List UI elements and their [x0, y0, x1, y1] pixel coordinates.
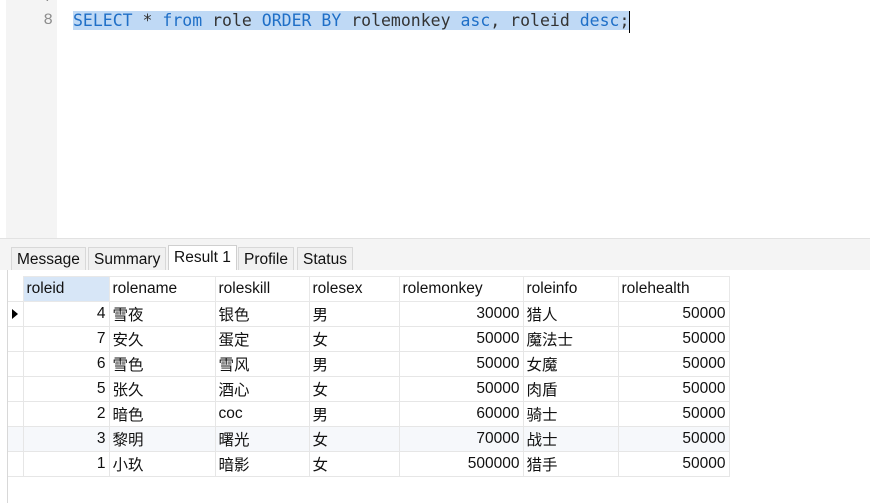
cell-rolename[interactable]: 安久: [108, 326, 216, 352]
current-row-arrow-icon: [12, 309, 18, 319]
row-indicator[interactable]: [8, 326, 24, 352]
cell-rolehealth[interactable]: 50000: [617, 326, 730, 352]
cell-rolesex[interactable]: 男: [308, 301, 400, 327]
tab-message[interactable]: Message: [11, 247, 86, 270]
table-row[interactable]: 4 雪夜 银色男 30000 猎人 50000: [8, 301, 730, 327]
code-token: , roleid: [490, 11, 580, 30]
code-token: *: [132, 11, 163, 30]
result-grid[interactable]: roleid rolename roleskill rolesex rolemo…: [0, 270, 870, 503]
cell-roleid[interactable]: 7: [22, 326, 110, 352]
table-row[interactable]: 3 黎明 曙光女 70000 战士 50000: [8, 426, 730, 452]
cell-roleid[interactable]: 1: [22, 451, 110, 477]
row-indicator[interactable]: [8, 301, 24, 327]
column-header-roleskill[interactable]: roleskill: [214, 276, 310, 302]
keyword-from: from: [162, 11, 203, 30]
cell-roleskill[interactable]: coc: [214, 401, 310, 427]
cell-roleid[interactable]: 5: [22, 376, 110, 402]
result-table: roleid rolename roleskill rolesex rolemo…: [8, 276, 730, 477]
cell-rolename[interactable]: 暗色: [108, 401, 216, 427]
table-row[interactable]: 6 雪色 雪风男 50000 女魔 50000: [8, 351, 730, 377]
tab-profile[interactable]: Profile: [238, 247, 294, 270]
text-cursor: [629, 10, 631, 33]
row-indicator[interactable]: [8, 426, 24, 452]
cell-rolemonkey[interactable]: 50000: [398, 326, 524, 352]
cell-roleskill[interactable]: 蛋定: [214, 326, 310, 352]
column-header-roleid[interactable]: roleid: [22, 276, 110, 302]
tab-status[interactable]: Status: [297, 247, 353, 270]
cell-rolehealth[interactable]: 50000: [617, 401, 730, 427]
line-number-prev: 7: [43, 0, 53, 6]
header-row: roleid rolename roleskill rolesex rolemo…: [8, 276, 730, 302]
cell-roleid[interactable]: 2: [22, 401, 110, 427]
tab-summary[interactable]: Summary: [88, 247, 167, 270]
keyword-desc: desc: [579, 11, 620, 30]
table-row[interactable]: 2 暗色 coc 男 60000 骑士 50000: [8, 401, 730, 427]
keyword-select: SELECT: [73, 11, 133, 30]
cell-roleskill[interactable]: 酒心: [214, 376, 310, 402]
row-indicator-header: [8, 276, 23, 302]
cell-roleinfo[interactable]: 骑士: [522, 401, 619, 427]
cell-rolehealth[interactable]: 50000: [617, 301, 730, 327]
cell-rolehealth[interactable]: 50000: [617, 426, 730, 452]
table-row[interactable]: 1 小玖 暗影女 500000 猎手 50000: [8, 451, 730, 477]
cell-rolesex[interactable]: 男: [308, 401, 400, 427]
sql-editor[interactable]: 7 8 SELECT * from role ORDER BY rolemonk…: [0, 0, 870, 238]
keyword-asc: asc: [460, 11, 491, 30]
column-header-rolehealth[interactable]: rolehealth: [617, 276, 730, 302]
cell-roleskill[interactable]: 暗影: [214, 451, 310, 477]
cell-rolesex[interactable]: 女: [308, 376, 400, 402]
cell-rolename[interactable]: 黎明: [108, 426, 216, 452]
column-header-roleinfo[interactable]: roleinfo: [522, 276, 619, 302]
column-header-rolename[interactable]: rolename: [108, 276, 216, 302]
table-row[interactable]: 7 安久 蛋定女 50000 魔法士 50000: [8, 326, 730, 352]
cell-roleskill[interactable]: 曙光: [214, 426, 310, 452]
cell-rolehealth[interactable]: 50000: [617, 451, 730, 477]
cell-roleskill[interactable]: 银色: [214, 301, 310, 327]
cell-roleskill[interactable]: 雪风: [214, 351, 310, 377]
cell-roleinfo[interactable]: 战士: [522, 426, 619, 452]
cell-roleinfo[interactable]: 猎人: [522, 301, 619, 327]
code-token: role: [202, 11, 262, 30]
code-line[interactable]: SELECT * from role ORDER BY rolemonkey a…: [73, 9, 631, 33]
cell-rolemonkey[interactable]: 30000: [398, 301, 524, 327]
row-indicator[interactable]: [8, 351, 24, 377]
cell-roleinfo[interactable]: 猎手: [522, 451, 619, 477]
cell-rolehealth[interactable]: 50000: [617, 376, 730, 402]
cell-rolemonkey[interactable]: 50000: [398, 351, 524, 377]
code-token: ;: [619, 11, 630, 30]
cell-roleid[interactable]: 3: [22, 426, 110, 452]
cell-rolename[interactable]: 雪夜: [108, 301, 216, 327]
code-token: rolemonkey: [341, 11, 461, 30]
column-header-rolemonkey[interactable]: rolemonkey: [398, 276, 524, 302]
cell-rolehealth[interactable]: 50000: [617, 351, 730, 377]
row-indicator[interactable]: [8, 376, 24, 402]
tab-result-1[interactable]: Result 1: [168, 245, 237, 271]
selected-text: SELECT * from role ORDER BY rolemonkey a…: [73, 11, 630, 30]
row-indicator[interactable]: [8, 401, 24, 427]
line-number-gutter: 7 8: [6, 0, 57, 238]
keyword-order-by: ORDER BY: [261, 11, 342, 30]
result-tabs: Message Summary Result 1 Profile Status: [0, 238, 870, 271]
cell-rolemonkey[interactable]: 60000: [398, 401, 524, 427]
cell-rolename[interactable]: 雪色: [108, 351, 216, 377]
cell-roleinfo[interactable]: 肉盾: [522, 376, 619, 402]
cell-roleinfo[interactable]: 女魔: [522, 351, 619, 377]
line-number: 8: [43, 11, 53, 29]
cell-roleid[interactable]: 6: [22, 351, 110, 377]
cell-rolesex[interactable]: 女: [308, 451, 400, 477]
row-indicator[interactable]: [8, 451, 24, 477]
column-header-rolesex[interactable]: rolesex: [308, 276, 400, 302]
cell-rolemonkey[interactable]: 50000: [398, 376, 524, 402]
cell-rolesex[interactable]: 女: [308, 426, 400, 452]
cell-rolemonkey[interactable]: 70000: [398, 426, 524, 452]
table-row[interactable]: 5 张久 酒心女 50000 肉盾 50000: [8, 376, 730, 402]
cell-rolename[interactable]: 张久: [108, 376, 216, 402]
cell-rolesex[interactable]: 女: [308, 326, 400, 352]
cell-rolemonkey[interactable]: 500000: [398, 451, 524, 477]
cell-rolesex[interactable]: 男: [308, 351, 400, 377]
cell-roleid[interactable]: 4: [22, 301, 110, 327]
cell-roleinfo[interactable]: 魔法士: [522, 326, 619, 352]
cell-rolename[interactable]: 小玖: [108, 451, 216, 477]
